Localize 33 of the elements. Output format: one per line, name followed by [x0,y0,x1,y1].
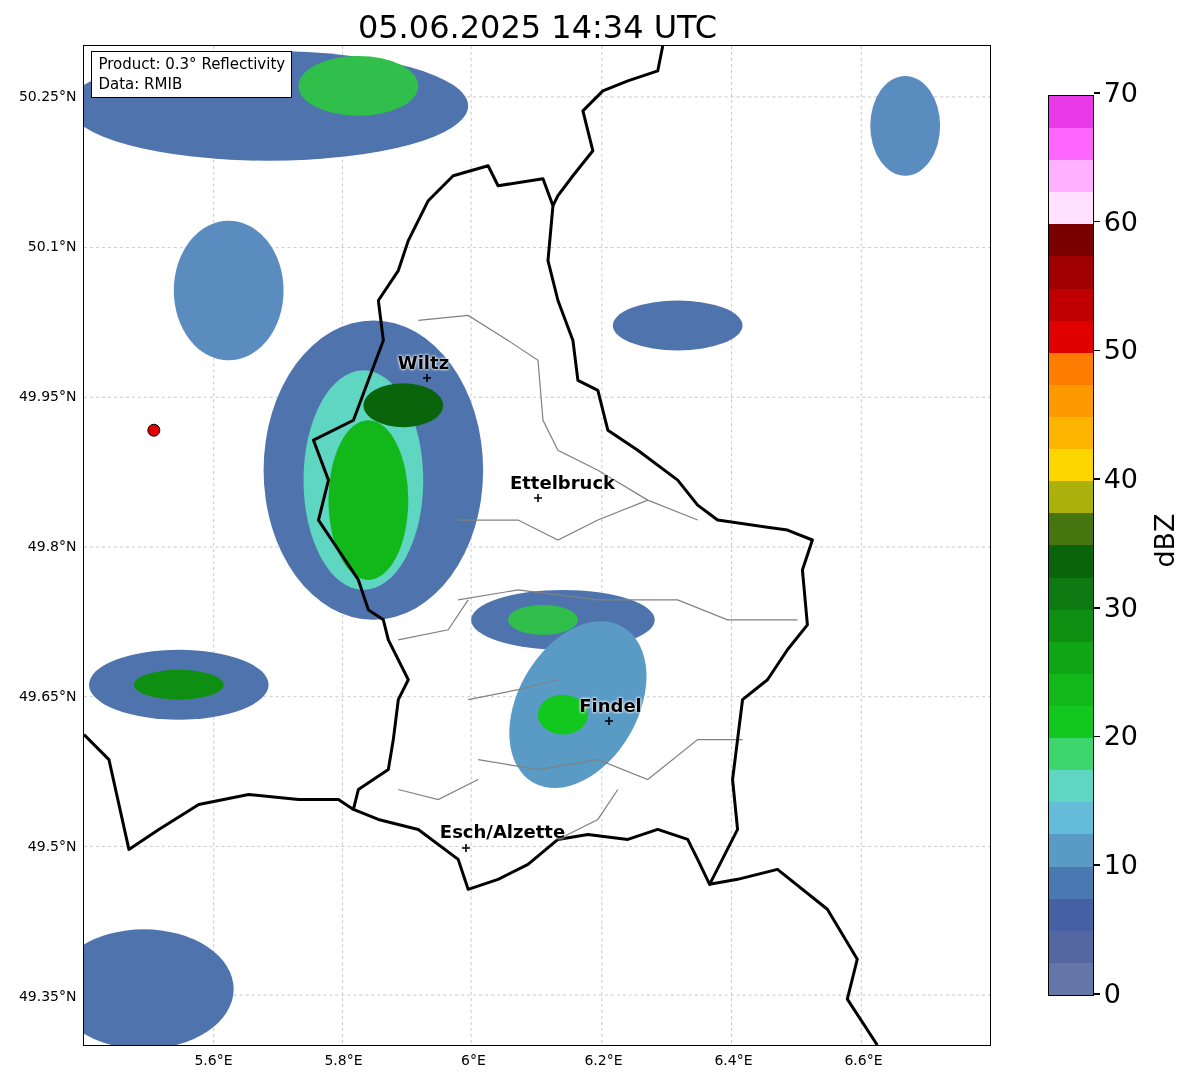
axis-tick-label: 49.95°N [18,387,77,405]
axis-tick-label: 50.1°N [27,237,77,255]
legend-text: Product: 0.3° Reflectivity [98,54,286,74]
axis-tick-label: 5.6°E [193,1051,234,1069]
city-label: Ettelbruck [509,473,616,493]
tick-mark [1093,92,1100,94]
axis-tick-label: 10 [1103,850,1138,881]
city-label: Wiltz [397,353,450,373]
axis-tick-label: 6°E [460,1051,487,1069]
axis-tick-label: 20 [1103,721,1138,752]
axis-tick-label: 60 [1103,206,1138,237]
axis-tick-label: 49.65°N [18,687,77,705]
axis-tick-label: 50 [1103,335,1138,366]
axis-tick-label: 49.35°N [18,987,77,1005]
axis-tick-label: 70 [1103,78,1138,108]
chart-title: 05.06.2025 14:34 UTC [356,7,719,45]
city-label: Esch/Alzette [439,822,566,842]
axis-tick-label: 40 [1103,464,1138,495]
colorbar-label: dBZ [1148,513,1180,568]
plus-icon [462,844,471,852]
axis-tick-label: 6.6°E [843,1051,884,1069]
plus-icon [423,374,432,382]
axis-tick-label: 30 [1103,592,1138,623]
axis-tick-label: 6.4°E [713,1051,754,1069]
axis-tick-label: 0 [1103,978,1121,1009]
legend-text: Data: RMIB [98,74,184,94]
axis-tick-label: 50.25°N [18,87,77,105]
axis-tick-label: 6.2°E [583,1051,624,1069]
axis-tick-label: 5.8°E [323,1051,364,1069]
plus-icon [534,494,543,502]
axis-tick-label: 49.8°N [27,537,77,555]
plus-icon [605,717,614,725]
axis-tick-label: 49.5°N [27,837,77,855]
